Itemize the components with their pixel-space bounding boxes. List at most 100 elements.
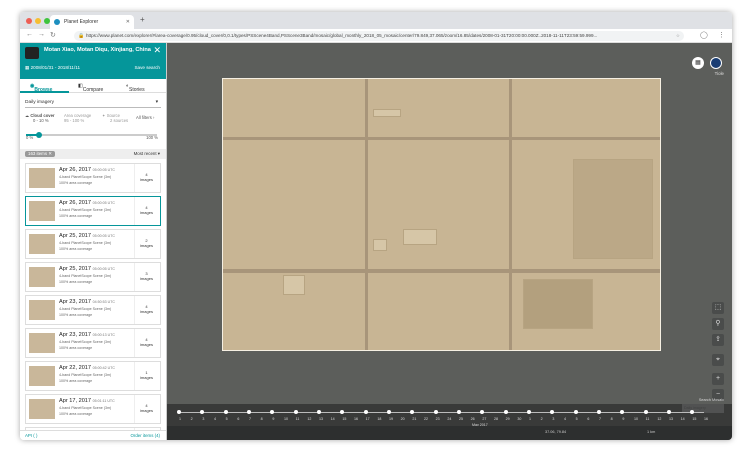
draw-box-icon[interactable]: ⬚: [712, 302, 724, 314]
timeline-tick[interactable]: 13: [319, 417, 323, 421]
timeline-tick[interactable]: 23: [436, 417, 440, 421]
image-count[interactable]: 4 images: [134, 197, 158, 225]
timeline-tick[interactable]: 10: [284, 417, 288, 421]
minimize-window-button[interactable]: [35, 18, 41, 24]
timeline-tick[interactable]: 5: [576, 417, 578, 421]
timeline-dot[interactable]: [550, 410, 555, 414]
cloud-cover-filter[interactable]: ☁ Cloud cover 0 - 10 %: [25, 113, 55, 123]
timeline-dot[interactable]: [387, 410, 391, 414]
timeline-tick[interactable]: 18: [377, 417, 381, 421]
timeline-dot[interactable]: [480, 410, 485, 414]
timeline-tick[interactable]: 3: [552, 417, 554, 421]
timeline-tick[interactable]: 12: [307, 417, 311, 421]
imagery-type-select[interactable]: Daily imagery ▾: [25, 98, 161, 108]
timeline-tick[interactable]: 16: [354, 417, 358, 421]
timeline-tick[interactable]: 11: [646, 417, 650, 421]
all-filters-button[interactable]: All filters ›: [136, 115, 154, 120]
date-range[interactable]: ▦ 2008/01/31 - 2018/11/11: [25, 65, 80, 71]
timeline-tick[interactable]: 8: [611, 417, 613, 421]
timeline-tick[interactable]: 3: [202, 417, 204, 421]
timeline-dot[interactable]: [643, 410, 648, 414]
timeline-dot[interactable]: [177, 410, 181, 414]
timeline-tick[interactable]: 4: [564, 417, 566, 421]
close-window-button[interactable]: [26, 18, 32, 24]
timeline-dot[interactable]: [573, 410, 578, 414]
user-avatar[interactable]: [710, 57, 722, 69]
timeline-tick[interactable]: 21: [412, 417, 416, 421]
result-card[interactable]: Apr 26, 2017 05:00:05 UTC 4-band PlanetS…: [25, 163, 161, 193]
apps-grid-icon[interactable]: ▦: [692, 57, 704, 69]
map-view[interactable]: ▦ Tiole ⬚ ⚲ ⇪ ⌖ + − Search Mosaic Daily …: [167, 43, 732, 440]
close-icon[interactable]: ✕: [153, 45, 161, 56]
tab-stories[interactable]: ◐ Stories: [126, 83, 145, 93]
area-coverage-filter[interactable]: Area coverage 95 - 100 %: [64, 113, 91, 123]
timeline-tick[interactable]: 11: [296, 417, 300, 421]
timeline-dot[interactable]: [200, 410, 205, 414]
timeline-dot[interactable]: [340, 410, 345, 414]
image-count[interactable]: 2images: [134, 230, 158, 258]
close-tab-icon[interactable]: ✕: [126, 15, 130, 29]
scene-footprint[interactable]: [222, 78, 661, 351]
timeline-tick[interactable]: 7: [249, 417, 251, 421]
timeline-tick[interactable]: 28: [494, 417, 498, 421]
tab-browse[interactable]: ◉ Browse: [30, 83, 52, 93]
timeline-dot[interactable]: [410, 410, 415, 414]
timeline-tick[interactable]: 5: [226, 417, 228, 421]
menu-icon[interactable]: ⋮: [718, 31, 725, 39]
result-card[interactable]: Apr 17, 2017 05:01:11 UTC 4-band PlanetS…: [25, 394, 161, 424]
timeline-tick[interactable]: 10: [634, 417, 638, 421]
timeline-tick[interactable]: 25: [459, 417, 463, 421]
save-search-button[interactable]: Save search: [134, 65, 160, 70]
timeline-tick[interactable]: 9: [622, 417, 624, 421]
timeline-dot[interactable]: [503, 410, 508, 414]
timeline-tick[interactable]: 8: [261, 417, 263, 421]
bookmark-star-icon[interactable]: ☆: [676, 31, 680, 41]
sort-select[interactable]: Most recent ▾: [134, 151, 160, 157]
timeline-tick[interactable]: 4: [214, 417, 216, 421]
timeline-tick[interactable]: 19: [389, 417, 393, 421]
tab-compare[interactable]: ◧ Compare: [78, 83, 103, 93]
image-count[interactable]: 4 images: [134, 329, 158, 357]
image-count[interactable]: 4 images: [134, 296, 158, 324]
upload-icon[interactable]: ⇪: [712, 334, 724, 346]
order-items-link[interactable]: Order items (4): [130, 433, 160, 438]
timeline-dot[interactable]: [363, 410, 368, 414]
timeline-dot[interactable]: [527, 410, 531, 414]
api-link[interactable]: API ( ): [25, 433, 37, 438]
result-card[interactable]: Apr 23, 2017 05:00:13 UTC 4-band PlanetS…: [25, 328, 161, 358]
location-pin-icon[interactable]: ⌖: [712, 354, 724, 366]
result-card[interactable]: Apr 26, 2017 05:00:05 UTC 4-band PlanetS…: [25, 196, 161, 226]
timeline-dot[interactable]: [667, 410, 671, 414]
timeline-dot[interactable]: [433, 410, 438, 414]
image-count[interactable]: 4 images: [134, 164, 158, 192]
timeline-tick[interactable]: 12: [657, 417, 661, 421]
timeline-dot[interactable]: [690, 410, 695, 414]
timeline-dot[interactable]: [223, 410, 228, 414]
timeline-tick[interactable]: 2: [191, 417, 193, 421]
timeline-dot[interactable]: [317, 410, 321, 414]
timeline-tick[interactable]: 16: [704, 417, 708, 421]
image-count[interactable]: 4 images: [134, 395, 158, 423]
timeline-dot[interactable]: [247, 410, 251, 414]
timeline-tick[interactable]: 13: [669, 417, 673, 421]
address-bar[interactable]: 🔒 https://www.planet.com/explorer/#/area…: [74, 31, 684, 41]
items-count-badge[interactable]: 163 items ✕: [25, 151, 55, 157]
forward-icon[interactable]: →: [38, 31, 45, 38]
source-filter[interactable]: ✦ Source 2 sources: [102, 113, 128, 123]
image-count[interactable]: 1 images: [134, 362, 158, 390]
timeline-tick[interactable]: 6: [587, 417, 589, 421]
timeline-dot[interactable]: [597, 410, 601, 414]
timeline-tick[interactable]: 26: [471, 417, 475, 421]
timeline-tick[interactable]: 30: [517, 417, 521, 421]
back-icon[interactable]: ←: [26, 31, 33, 38]
timeline-tick[interactable]: 17: [366, 417, 370, 421]
paperclip-icon[interactable]: ⚲: [712, 318, 724, 330]
timeline-tick[interactable]: 15: [692, 417, 696, 421]
timeline-dot[interactable]: [620, 410, 625, 414]
timeline-tick[interactable]: 9: [272, 417, 274, 421]
timeline[interactable]: 1 2 3 4 5 6 7 8 9 10 11 12 13 14 15 16 17 18 19 20 21 22 23 24 2…: [167, 404, 732, 427]
timeline-tick[interactable]: 27: [482, 417, 486, 421]
timeline-dot[interactable]: [457, 410, 461, 414]
result-card[interactable]: Apr 25, 2017 05:00:05 UTC 4-band PlanetS…: [25, 262, 161, 292]
timeline-tick[interactable]: 14: [681, 417, 685, 421]
